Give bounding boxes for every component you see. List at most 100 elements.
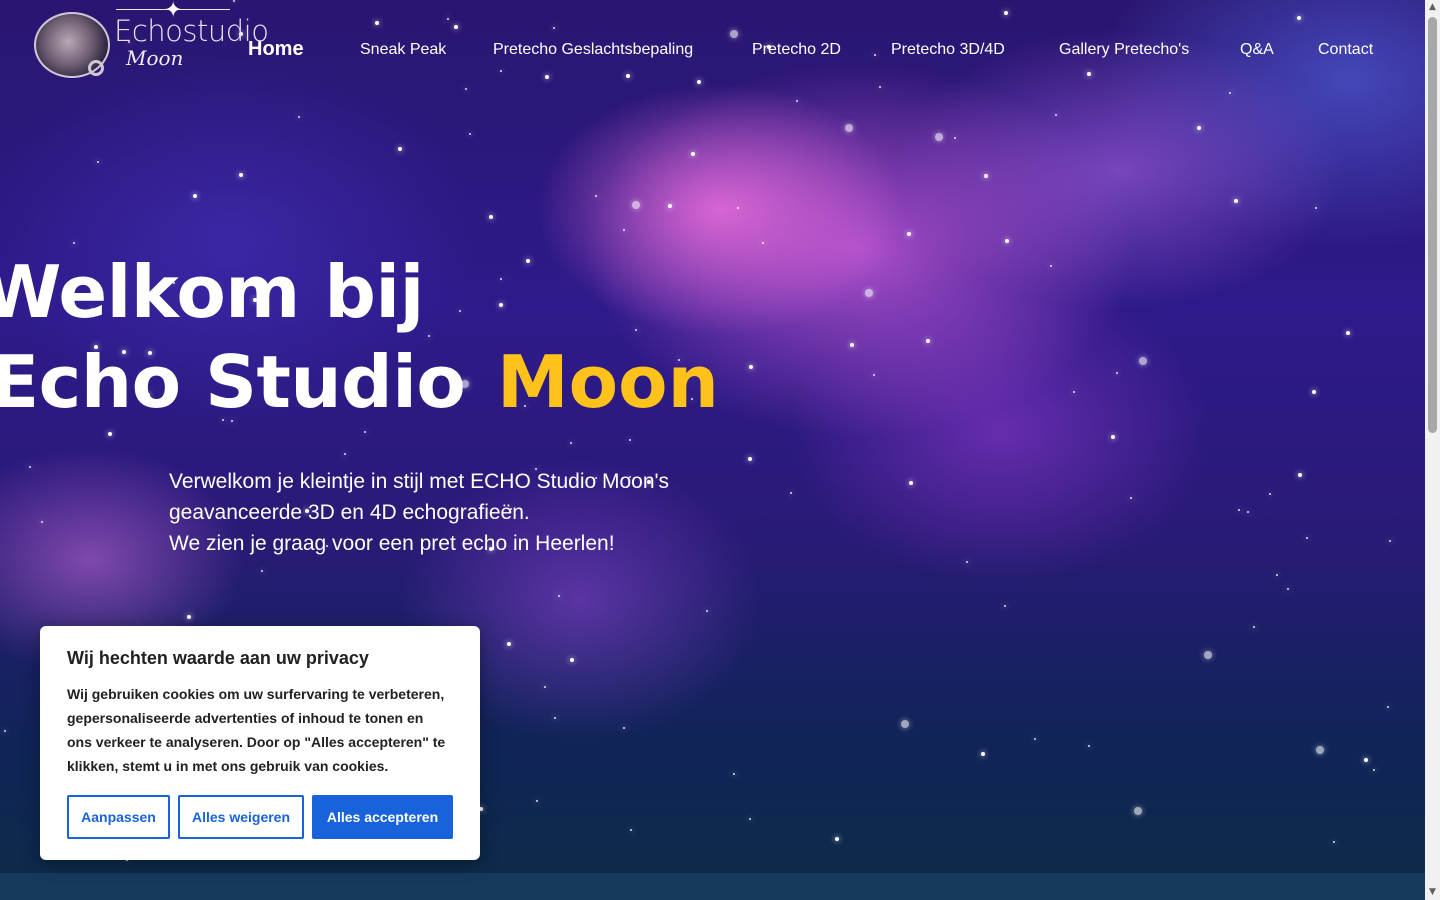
star	[1389, 540, 1391, 542]
star	[536, 800, 538, 802]
star	[907, 232, 911, 236]
cookie-title: Wij hechten waarde aan uw privacy	[67, 648, 369, 668]
star	[981, 752, 985, 756]
star	[4, 730, 6, 732]
star	[595, 195, 597, 197]
star	[298, 116, 300, 118]
star	[1253, 626, 1255, 628]
star	[796, 100, 798, 102]
hero-title-accent: Moon	[497, 340, 719, 424]
hero-desc-line3: We zien je graag voor een pret echo in H…	[169, 532, 615, 555]
star	[261, 570, 263, 572]
star	[966, 561, 968, 563]
star	[1005, 239, 1009, 243]
star	[1387, 706, 1389, 708]
star	[97, 161, 99, 163]
scroll-down-arrow-icon[interactable]: ▼	[1425, 885, 1440, 900]
nav-item-pretecho-3d4d[interactable]: Pretecho 3D/4D	[891, 34, 1005, 66]
star	[1297, 16, 1301, 20]
star	[748, 457, 752, 461]
hero-desc-line1: Verwelkom je kleintje in stijl met ECHO …	[169, 470, 670, 493]
star	[954, 137, 956, 139]
star	[570, 442, 572, 444]
star	[73, 242, 75, 244]
star	[344, 453, 346, 455]
star	[1316, 746, 1324, 754]
star	[1287, 588, 1289, 590]
star	[545, 75, 549, 79]
reject-all-button[interactable]: Alles weigeren	[178, 795, 304, 839]
star	[706, 610, 708, 612]
star	[500, 278, 502, 280]
star	[762, 242, 764, 244]
star	[874, 54, 876, 56]
star	[1088, 745, 1090, 747]
cookie-text-line3: ons verkeer te analyseren. Door op "Alle…	[67, 734, 446, 750]
star	[749, 818, 751, 820]
star	[901, 720, 909, 728]
customize-button[interactable]: Aanpassen	[67, 795, 170, 839]
star	[454, 25, 458, 29]
star	[554, 717, 556, 719]
star	[553, 27, 555, 29]
star	[570, 658, 574, 662]
star	[626, 74, 630, 78]
page-scrollbar[interactable]: ▲ ▼	[1425, 0, 1440, 900]
star	[1073, 391, 1075, 393]
star	[398, 147, 402, 151]
star	[1229, 92, 1231, 94]
star	[1234, 199, 1238, 203]
star	[29, 466, 31, 468]
star	[375, 21, 379, 25]
star	[526, 259, 530, 263]
star	[691, 152, 695, 156]
star	[733, 773, 735, 775]
star	[850, 343, 854, 347]
cookie-text-line4: klikken, stemt u in met ons gebruik van …	[67, 758, 389, 774]
hero-title-line2: Echo Studio	[0, 340, 466, 424]
star	[790, 492, 792, 494]
star	[428, 335, 430, 337]
nav-item-gallery[interactable]: Gallery Pretecho's	[1059, 34, 1189, 66]
cookie-text: Wij gebruiken cookies om uw surfervaring…	[67, 682, 457, 778]
scrollbar-thumb[interactable]	[1428, 17, 1437, 433]
star	[668, 204, 672, 208]
star	[1204, 651, 1212, 659]
star	[1306, 537, 1308, 539]
star	[465, 88, 467, 90]
star	[1238, 509, 1240, 511]
nav-item-home[interactable]: Home	[248, 33, 304, 65]
star	[1315, 207, 1317, 209]
star	[1197, 126, 1201, 130]
star	[1087, 72, 1091, 76]
nav-item-pretecho-geslachtsbepaling[interactable]: Pretecho Geslachtsbepaling	[493, 34, 693, 66]
star	[1333, 841, 1335, 843]
nav-item-qa[interactable]: Q&A	[1240, 34, 1274, 66]
star	[469, 133, 471, 135]
star	[459, 310, 461, 312]
logo-subtext: Moon	[126, 46, 184, 70]
star	[41, 521, 43, 523]
nav-item-sneak-peak[interactable]: Sneak Peak	[360, 34, 446, 66]
star	[1130, 497, 1132, 499]
hero-title-line1: Welkom bij	[0, 250, 424, 334]
star	[187, 615, 191, 619]
star	[1004, 605, 1006, 607]
star	[500, 70, 502, 72]
logo-ring	[88, 60, 104, 76]
star	[845, 124, 853, 132]
star	[1134, 807, 1142, 815]
accept-all-button[interactable]: Alles accepteren	[312, 795, 453, 839]
nav-item-pretecho-2d[interactable]: Pretecho 2D	[752, 34, 841, 66]
logo-text[interactable]: Echostudio	[114, 14, 269, 48]
star	[489, 215, 493, 219]
scroll-up-arrow-icon[interactable]: ▲	[1425, 0, 1440, 15]
star	[835, 837, 839, 841]
star	[1247, 511, 1249, 513]
star	[1034, 738, 1036, 740]
star	[1364, 758, 1368, 762]
star	[499, 303, 503, 307]
nav-item-contact[interactable]: Contact	[1318, 34, 1373, 66]
star	[623, 727, 625, 729]
star	[630, 829, 632, 831]
